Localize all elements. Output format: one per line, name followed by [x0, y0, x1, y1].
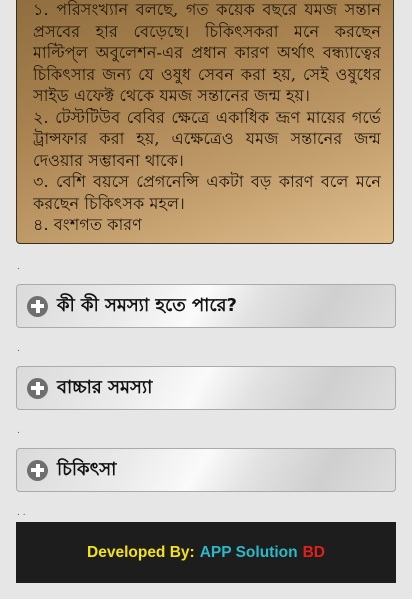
info-line: ট্রান্সফার করা হয়, এক্ষেত্রেও যমজ সন্তা…: [33, 129, 381, 148]
info-content-box: ১. পরিসংখ্যান বলছে, গত কয়েক বছরে যমজ সন…: [16, 0, 394, 244]
info-line: ১. পরিসংখ্যান বলছে, গত কয়েক বছরে যমজ সন…: [33, 0, 381, 19]
info-line: করছেন চিকিৎসক মহল।: [33, 193, 185, 213]
plus-circle-icon: [27, 295, 48, 317]
info-line: মাল্টিপ্‌ল অবুলেশন-এর প্রধান কারণ অর্থাৎ…: [33, 43, 381, 62]
footer-credits: Developed By: APP Solution BD: [16, 522, 396, 583]
footer-label: Developed By:: [87, 543, 195, 561]
separator-dot: .: [17, 344, 20, 354]
info-line: প্রসবের হার বেড়েছে। চিকিৎসকরা মনে করছেন: [33, 21, 381, 41]
info-line: দেওয়ার সম্ভাবনা থাকে।: [33, 150, 184, 170]
info-line: সাইড এফেক্ট থেকে যমজ সন্তানের জন্ম হয়।: [33, 86, 310, 105]
plus-circle-icon: [27, 459, 48, 481]
accordion-item-baby-problems[interactable]: বাচ্চার সমস্যা: [16, 366, 396, 410]
accordion-item-treatment[interactable]: চিকিৎসা: [16, 448, 396, 492]
footer-developer-suffix: BD: [302, 543, 325, 561]
separator-dots: . .: [17, 508, 26, 518]
info-line: চিকিৎসার জন্য যে ওষুধ সেবন করা হয়, সেই …: [33, 64, 381, 84]
accordion-title: কী কী সমস্যা হতে পারে?: [57, 294, 237, 316]
footer-developer-name: APP Solution: [199, 543, 298, 561]
info-line: ৩. বেশি বয়সে প্রেগনেন্সি একটা বড় কারণ …: [33, 172, 381, 191]
separator-dot: .: [17, 426, 20, 436]
accordion-title: চিকিৎসা: [57, 458, 117, 480]
info-line: ৪. বংশগত কারণ: [33, 215, 142, 234]
accordion-item-problems[interactable]: কী কী সমস্যা হতে পারে?: [16, 284, 396, 328]
plus-circle-icon: [27, 377, 48, 399]
info-line: ২. টেস্টটিউব বেবির ক্ষেত্রে একাধিক ভ্রূণ…: [33, 107, 381, 127]
accordion-title: বাচ্চার সমস্যা: [57, 376, 153, 398]
separator-dot: .: [17, 262, 20, 272]
